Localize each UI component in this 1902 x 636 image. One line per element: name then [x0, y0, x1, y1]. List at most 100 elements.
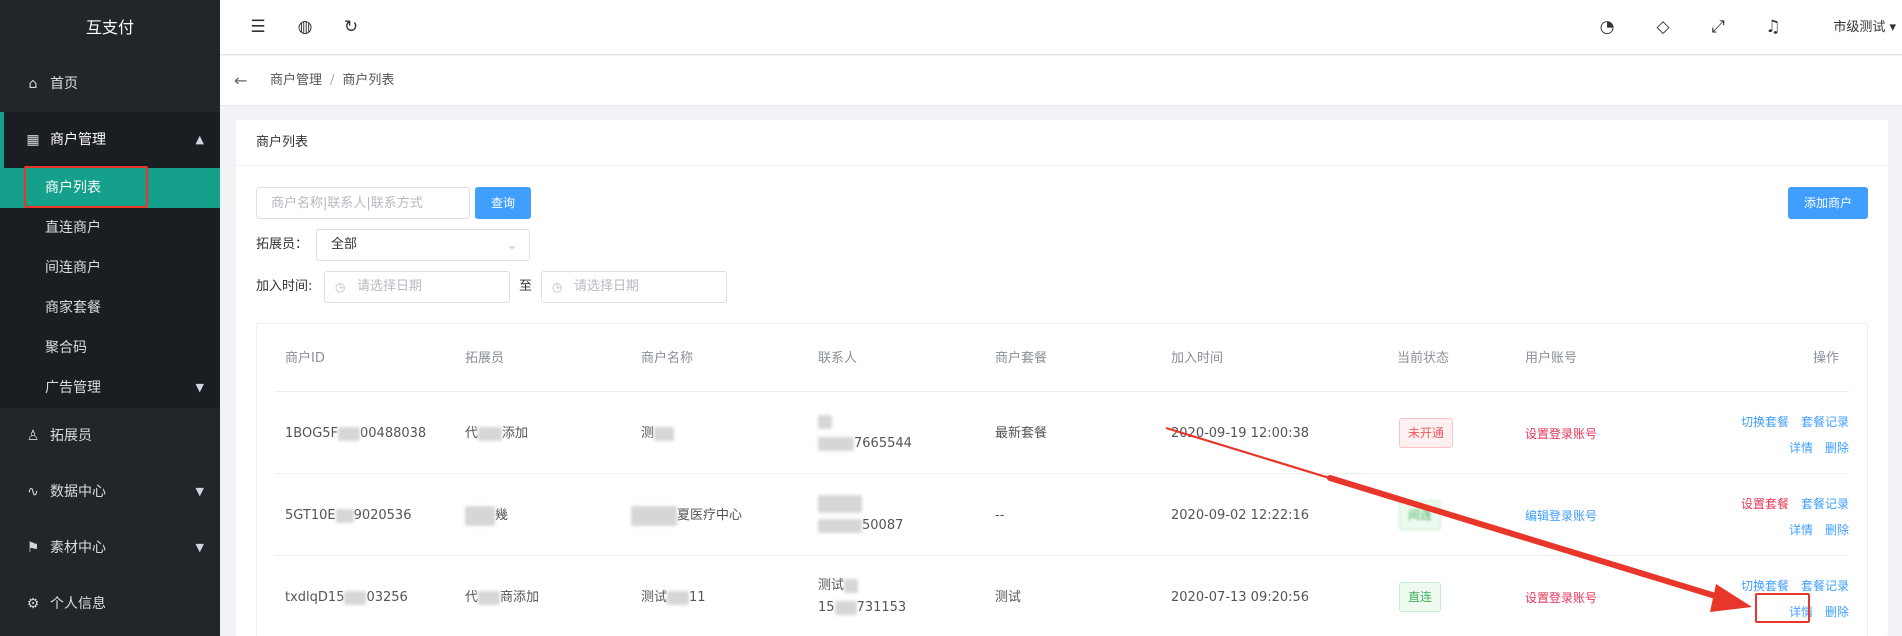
end-date-picker[interactable]: ◷ 请选择日期: [541, 271, 727, 303]
table-row: txdlqD15 03256 代商添加 测试 11 测试 15 731153 测试 20…: [275, 557, 1849, 636]
set-package-link[interactable]: 设置套餐: [1741, 497, 1789, 511]
status-badge: 直连: [1399, 582, 1442, 612]
redacted-text: [338, 426, 361, 441]
expander-select[interactable]: 全部 ⌄: [316, 229, 530, 261]
detail-link[interactable]: 详情: [1789, 523, 1813, 537]
globe-icon[interactable]: ◍: [290, 0, 320, 55]
sidebar-item-label: 数据中心: [50, 484, 106, 500]
package-records-link[interactable]: 套餐记录: [1801, 579, 1849, 593]
gear-icon: ⚙: [26, 596, 40, 612]
join-time: 2020-09-19 12:00:38: [1171, 426, 1310, 441]
sidebar-item-expander[interactable]: ♙ 拓展员: [0, 408, 220, 464]
merchant-id: 5GT10E 9020536: [285, 508, 412, 523]
sidebar-item-label: 个人信息: [50, 596, 106, 612]
table-header: 商户ID 拓展员 商户名称 联系人 商户套餐 加入时间 当前状态 用户账号 操作: [275, 324, 1849, 392]
redacted-text: [818, 518, 862, 533]
package-name: 最新套餐: [995, 426, 1048, 441]
set-login-account-link[interactable]: 设置登录账号: [1525, 425, 1597, 442]
top-bar: ☰ ◍ ↻ ◔ ◇ ⤢ ♫ 市级测试 ▾: [220, 0, 1902, 55]
sidebar-item-aggregate-code[interactable]: 聚合码: [0, 328, 220, 368]
sidebar-item-merchant-management[interactable]: ▦ 商户管理 ▲: [0, 112, 220, 168]
caret-down-icon: ▾: [1889, 20, 1896, 35]
delete-link[interactable]: 删除: [1825, 605, 1849, 619]
search-input[interactable]: [256, 187, 470, 219]
sidebar-item-material-center[interactable]: ⚑ 素材中心 ▼: [0, 520, 220, 576]
merchant-name: 夏医疗中心: [631, 475, 742, 556]
grid-icon: ▦: [26, 132, 40, 148]
edit-login-account-link[interactable]: 编辑登录账号: [1525, 507, 1597, 524]
redacted-text: [818, 436, 854, 451]
menu-fold-icon[interactable]: ☰: [243, 0, 273, 55]
fullscreen-icon[interactable]: ⤢: [1703, 0, 1733, 55]
redacted-text: [834, 600, 857, 615]
expander-name: 代商添加: [465, 590, 540, 605]
palette-icon[interactable]: ◔: [1592, 0, 1622, 55]
chevron-up-icon: ▲: [195, 133, 204, 146]
package-name: 测试: [995, 590, 1022, 605]
breadcrumb: ← 商户管理 / 商户列表: [220, 56, 1902, 106]
start-date-picker[interactable]: ◷ 请选择日期: [324, 271, 510, 303]
back-arrow-icon[interactable]: ←: [234, 56, 247, 106]
add-merchant-button[interactable]: 添加商户: [1788, 187, 1868, 219]
package-records-link[interactable]: 套餐记录: [1801, 415, 1849, 429]
annotation-highlight-box: [24, 166, 148, 208]
chart-icon: ∿: [27, 484, 39, 500]
chevron-down-icon: ⌄: [506, 238, 517, 252]
redacted-text: [818, 414, 832, 429]
user-dropdown[interactable]: 市级测试 ▾: [1833, 0, 1902, 55]
refresh-icon[interactable]: ↻: [336, 0, 366, 55]
row-actions: 切换套餐 套餐记录 详情 删除: [1719, 409, 1849, 461]
home-icon: ⌂: [28, 76, 38, 92]
column-header-join-time: 加入时间: [1171, 351, 1224, 366]
sidebar: 互支付 ⌂ 首页 ▦ 商户管理 ▲ 商户列表 直连商户 间连商户 商家套餐 聚合码 …: [0, 0, 220, 636]
chevron-down-icon: ▼: [195, 541, 204, 554]
status-badge: 间连: [1399, 500, 1442, 530]
column-header-actions: 操作: [1812, 351, 1839, 366]
merchant-list-panel: 商户列表 查询 添加商户 拓展员： 全部 ⌄ 加入时间: ◷ 请选择日期 至 ◷ 请…: [236, 120, 1888, 636]
flag-icon: ⚑: [26, 540, 40, 556]
query-button[interactable]: 查询: [475, 187, 531, 219]
sidebar-item-direct-merchant[interactable]: 直连商户: [0, 208, 220, 248]
column-header-contact: 联系人: [818, 351, 858, 366]
column-header-package: 商户套餐: [995, 351, 1048, 366]
redacted-text: [465, 505, 495, 526]
sidebar-item-indirect-merchant[interactable]: 间连商户: [0, 248, 220, 288]
brand-logo: 互支付: [0, 0, 220, 56]
column-header-account: 用户账号: [1525, 351, 1578, 366]
redacted-text: [344, 590, 367, 605]
merchant-id: txdlqD15 03256: [285, 590, 408, 605]
breadcrumb-merchant-management[interactable]: 商户管理: [270, 73, 322, 88]
package-records-link[interactable]: 套餐记录: [1801, 497, 1849, 511]
sidebar-item-ad-management[interactable]: 广告管理 ▼: [0, 368, 220, 408]
breadcrumb-merchant-list: 商户列表: [342, 73, 395, 88]
sidebar-item-label: 商户管理: [50, 132, 106, 148]
tag-icon[interactable]: ◇: [1648, 0, 1678, 55]
set-login-account-link[interactable]: 设置登录账号: [1525, 589, 1597, 606]
detail-link[interactable]: 详情: [1789, 441, 1813, 455]
sidebar-item-home[interactable]: ⌂ 首页: [0, 56, 220, 112]
status-badge: 未开通: [1399, 418, 1454, 448]
delete-link[interactable]: 删除: [1825, 441, 1849, 455]
expander-name: 幾: [465, 475, 508, 556]
user-icon: ♙: [26, 428, 40, 444]
merchant-id: 1BOG5F 00488038: [285, 426, 427, 441]
bell-icon[interactable]: ♫: [1758, 0, 1788, 55]
sidebar-item-label: 首页: [50, 76, 78, 92]
switch-package-link[interactable]: 切换套餐: [1741, 415, 1789, 429]
join-time: 2020-09-02 12:22:16: [1171, 508, 1310, 523]
delete-link[interactable]: 删除: [1825, 523, 1849, 537]
join-time: 2020-07-13 09:20:56: [1171, 590, 1310, 605]
table-row: 1BOG5F 00488038 代添加 测 7665544 最新套餐 2020-0…: [275, 393, 1849, 474]
merchant-table: 商户ID 拓展员 商户名称 联系人 商户套餐 加入时间 当前状态 用户账号 操作…: [256, 323, 1868, 636]
sidebar-item-profile[interactable]: ⚙ 个人信息: [0, 576, 220, 632]
join-time-label: 加入时间:: [256, 279, 313, 294]
breadcrumb-trail: 商户管理 / 商户列表: [270, 56, 394, 106]
sidebar-item-data-center[interactable]: ∿ 数据中心 ▼: [0, 464, 220, 520]
breadcrumb-separator: /: [330, 73, 335, 88]
chevron-down-icon: ▼: [195, 381, 204, 394]
date-range-separator: 至: [519, 279, 533, 294]
expander-name: 代添加: [465, 426, 529, 441]
sidebar-item-merchant-package[interactable]: 商家套餐: [0, 288, 220, 328]
clock-icon: ◷: [552, 280, 563, 294]
switch-package-link[interactable]: 切换套餐: [1741, 579, 1789, 593]
